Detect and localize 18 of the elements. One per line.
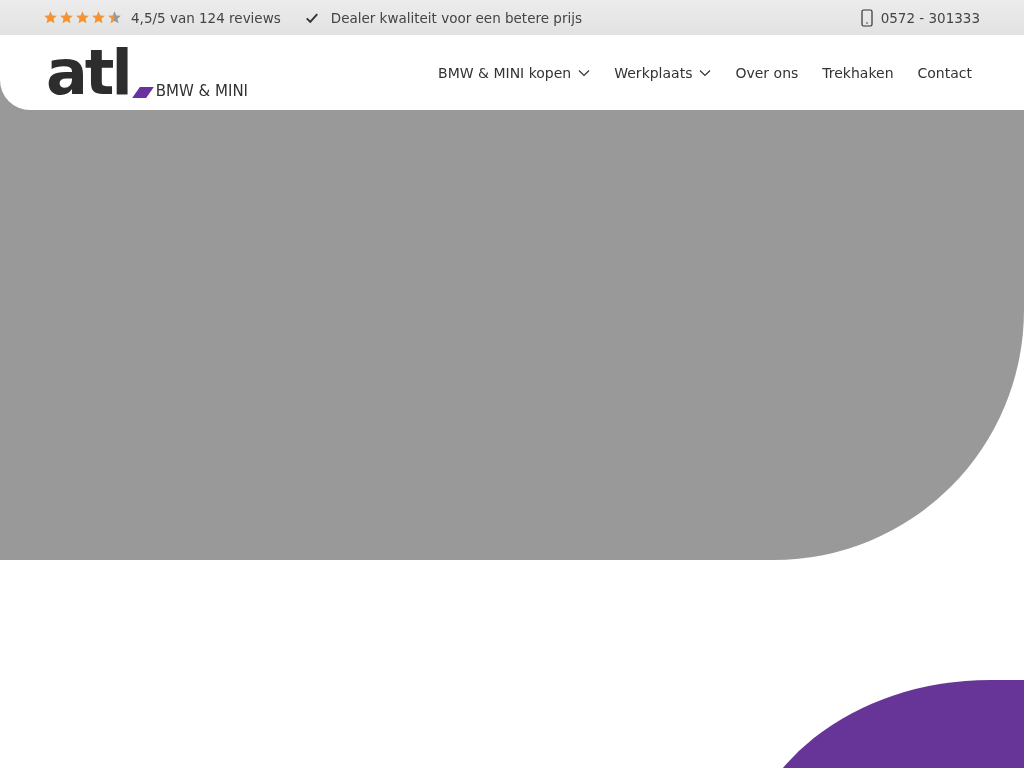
check-icon: [304, 10, 319, 25]
star-icon: [59, 10, 74, 25]
star-icon: [43, 10, 58, 25]
nav-link[interactable]: Over ons: [735, 64, 799, 81]
nav-link[interactable]: Contact: [917, 64, 972, 81]
usp-text: Dealer kwaliteit voor een betere prijs: [330, 9, 582, 26]
star-icon: [91, 10, 106, 25]
chevron-down-icon: [699, 68, 712, 77]
review-score: 4,5/5 van 124 reviews: [131, 9, 281, 26]
phone-link[interactable]: 0572 - 301333: [880, 9, 980, 26]
nav-link[interactable]: Trekhaken: [822, 64, 894, 81]
star-icon: [107, 10, 122, 25]
phone-icon: [860, 8, 873, 27]
chevron-down-icon: [578, 68, 591, 77]
nav-link[interactable]: Werkplaats: [614, 64, 712, 81]
nav-link[interactable]: BMW & MINI kopen: [438, 64, 591, 81]
logo[interactable]: atl BMW & MINI: [46, 47, 249, 98]
star-icon: [75, 10, 90, 25]
